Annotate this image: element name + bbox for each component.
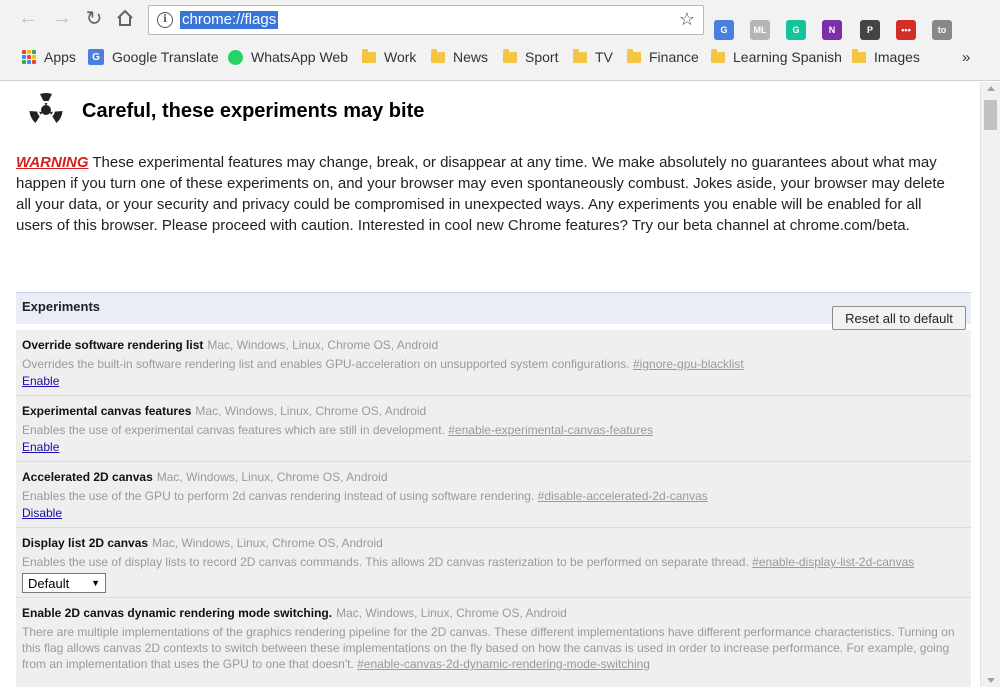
enable-link[interactable]: Enable [22,440,59,454]
bookmark-label: Learning Spanish [733,49,842,65]
page-title: Careful, these experiments may bite [82,100,425,122]
experiment-platforms: Mac, Windows, Linux, Chrome OS, Android [152,536,383,550]
experiment-flag-link[interactable]: #disable-accelerated-2d-canvas [538,489,708,503]
reset-all-button[interactable]: Reset all to default [832,306,966,330]
folder-icon [627,48,641,63]
experiment-select[interactable]: Default ▼ [22,573,106,593]
apps-grid-icon [22,50,36,64]
grammarly-ext-icon[interactable]: G [786,20,806,40]
address-bar[interactable]: i chrome://flags ☆ [148,5,704,35]
bookmark-label: Google Translate [112,49,219,65]
bookmarks-bar: Apps G Google Translate WhatsApp Web Wor… [0,40,1000,70]
lastpass-ext-icon[interactable]: ••• [896,20,916,40]
scroll-up-icon[interactable] [987,86,995,91]
bookmark-folder[interactable]: News [431,48,488,66]
onenote-ext-icon[interactable]: N [822,20,842,40]
experiment-platforms: Mac, Windows, Linux, Chrome OS, Android [195,404,427,418]
pocket-ext-icon[interactable]: P [860,20,880,40]
experiment-flag-link[interactable]: #enable-canvas-2d-dynamic-rendering-mode… [357,657,650,671]
biohazard-icon [29,92,63,123]
home-icon [117,9,133,26]
experiment-name: Experimental canvas features [22,404,192,418]
warning-text: These experimental features may change, … [16,154,945,234]
experiments-header: Experiments [16,292,971,324]
experiment-flag-link[interactable]: #ignore-gpu-blacklist [633,357,744,371]
folder-icon [852,48,866,63]
experiment-name: Enable 2D canvas dynamic rendering mode … [22,606,333,620]
experiment-item: Experimental canvas features Mac, Windows… [16,396,971,462]
chevron-down-icon: ▼ [91,578,100,588]
bookmark-folder[interactable]: Finance [627,48,699,66]
experiment-description: Overrides the built-in software renderin… [22,357,744,371]
bookmark-label: News [453,49,489,65]
ublock-ext-icon[interactable]: to [932,20,952,40]
experiment-item: Enable 2D canvas dynamic rendering mode … [16,598,971,687]
bookmark-label: TV [595,49,613,65]
bookmark-apps[interactable]: Apps [22,48,76,66]
bookmarks-overflow-button[interactable]: » [962,48,970,66]
bookmark-label: Work [384,49,417,65]
bookmark-label: WhatsApp Web [251,49,349,65]
whatsapp-icon [228,49,243,65]
enable-link[interactable]: Enable [22,374,59,388]
folder-icon [362,48,376,63]
warning-label: WARNING [16,154,89,171]
disable-link[interactable]: Disable [22,506,62,520]
bookmark-folder[interactable]: Learning Spanish [711,48,842,66]
experiment-platforms: Mac, Windows, Linux, Chrome OS, Android [207,338,439,352]
flags-page: Careful, these experiments may bite WARN… [10,82,978,687]
experiment-name: Override software rendering list [22,338,204,352]
back-button[interactable]: ← [16,6,40,30]
translate-ext-icon[interactable]: G [714,20,734,40]
reload-button[interactable]: ↻ [82,6,106,30]
star-icon[interactable]: ☆ [679,9,695,30]
scrollbar-thumb[interactable] [984,100,997,130]
experiments-list: Override software rendering list Mac, Win… [16,330,971,687]
experiment-description: Enables the use of experimental canvas f… [22,423,654,437]
folder-icon [503,48,517,63]
bookmark-whatsapp[interactable]: WhatsApp Web [228,48,348,66]
experiment-item: Display list 2D canvas Mac, Windows, Linu… [16,528,971,598]
home-button[interactable] [113,6,137,30]
experiment-description: Enables the use of the GPU to perform 2d… [22,489,708,503]
vertical-scrollbar[interactable] [980,82,1000,687]
info-icon[interactable]: i [157,12,173,28]
translate-icon: G [88,49,104,65]
reload-icon: ↻ [85,7,103,30]
folder-icon [573,48,587,63]
bookmark-label: Apps [44,49,76,65]
arrow-left-icon: ← [18,6,38,29]
forward-button[interactable]: → [50,6,74,30]
experiment-flag-link[interactable]: #enable-display-list-2d-canvas [752,555,914,569]
experiment-description: Enables the use of display lists to reco… [22,555,915,569]
folder-icon [711,48,725,63]
select-value: Default [28,575,70,591]
bookmark-label: Sport [525,49,559,65]
bookmark-folder[interactable]: TV [573,48,613,66]
bookmark-label: Finance [649,49,699,65]
experiment-platforms: Mac, Windows, Linux, Chrome OS, Android [336,606,567,620]
bookmark-folder[interactable]: Sport [503,48,558,66]
bookmark-folder[interactable]: Images [852,48,920,66]
warning-paragraph: WARNING These experimental features may … [16,152,951,236]
folder-icon [431,48,445,63]
experiment-flag-link[interactable]: #enable-experimental-canvas-features [448,423,653,437]
bookmark-google-translate[interactable]: G Google Translate [88,48,219,66]
experiment-item: Override software rendering list Mac, Win… [16,330,971,396]
browser-toolbar: ← → ↻ i chrome://flags ☆ G ML G N P ••• to App… [0,0,1000,81]
ml-ext-icon[interactable]: ML [750,20,770,40]
arrow-right-icon: → [52,6,72,29]
experiment-platforms: Mac, Windows, Linux, Chrome OS, Android [156,470,388,484]
scroll-down-icon[interactable] [987,678,995,683]
address-url[interactable]: chrome://flags [180,11,279,29]
experiment-item: Accelerated 2D canvas Mac, Windows, Linux… [16,462,971,528]
bookmark-label: Images [874,49,920,65]
experiment-name: Display list 2D canvas [22,536,149,550]
experiment-name: Accelerated 2D canvas [22,470,153,484]
bookmark-folder[interactable]: Work [362,48,416,66]
experiment-description: There are multiple implementations of th… [22,625,955,671]
